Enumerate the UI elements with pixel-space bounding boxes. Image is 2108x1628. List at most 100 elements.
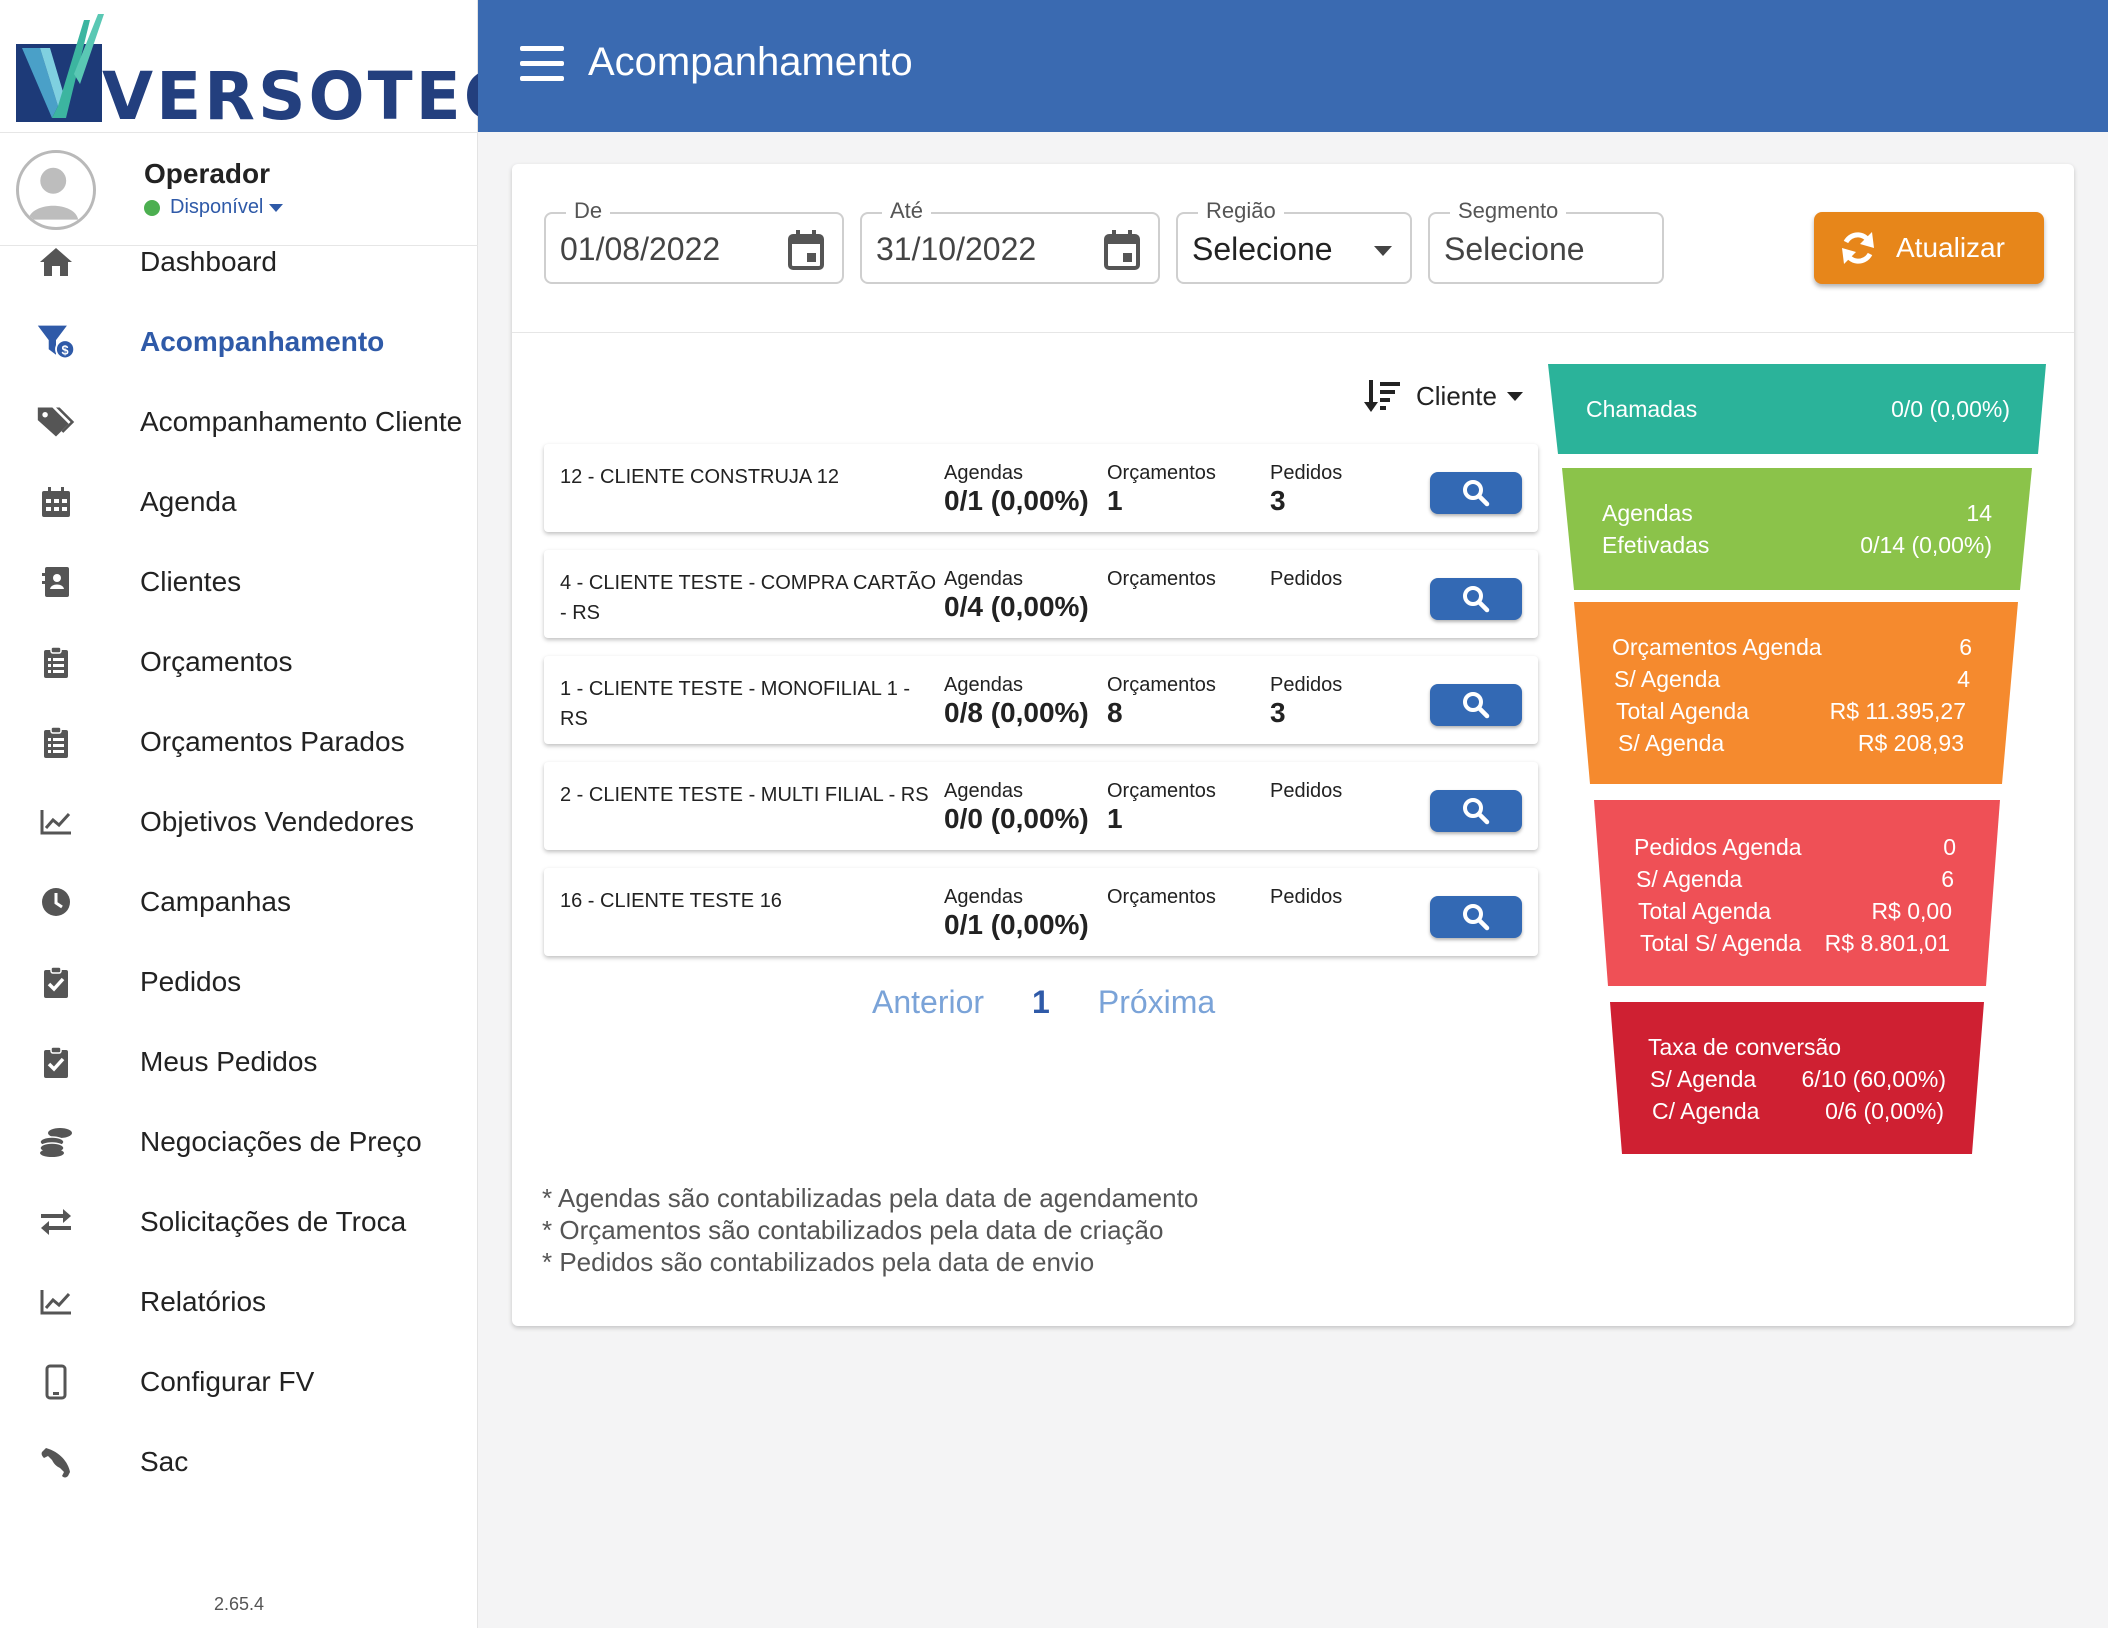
- funnel-label: S/ Agenda: [1614, 666, 1721, 692]
- client-search-button[interactable]: [1430, 790, 1522, 832]
- funnel-label: S/ Agenda: [1636, 866, 1743, 892]
- contact-book-icon: [36, 562, 76, 602]
- client-search-button[interactable]: [1430, 684, 1522, 726]
- sidebar-item-dashboard[interactable]: Dashboard: [0, 222, 478, 302]
- search-icon: [1463, 586, 1490, 613]
- client-name: 2 - CLIENTE TESTE - MULTI FILIAL - RS: [560, 784, 929, 806]
- funnel-pedidos-row: Total Agenda R$ 0,00: [1638, 898, 1952, 925]
- client-search-button[interactable]: [1430, 578, 1522, 620]
- funnel-value: 4: [1957, 666, 1970, 692]
- sort-dropdown[interactable]: Cliente: [1364, 376, 1523, 416]
- segment-label: Segmento: [1450, 198, 1567, 224]
- orcamentos-label: Orçamentos: [1107, 568, 1216, 590]
- sidebar-item-configurar-fv[interactable]: Configurar FV: [0, 1342, 478, 1422]
- exchange-icon: [36, 1202, 76, 1242]
- sidebar-item-pedidos[interactable]: Pedidos: [0, 942, 478, 1022]
- sidebar-item-negociacoes-de-preco[interactable]: Negociações de Preço: [0, 1102, 478, 1182]
- orcamentos-label: Orçamentos: [1107, 462, 1216, 484]
- agendas-label: Agendas: [944, 462, 1023, 484]
- next-page-button[interactable]: Próxima: [1098, 984, 1215, 1021]
- sidebar-item-solicitacoes-de-troca[interactable]: Solicitações de Troca: [0, 1182, 478, 1262]
- client-name: 12 - CLIENTE CONSTRUJA 12: [560, 466, 839, 488]
- sidebar-item-relatorios[interactable]: Relatórios: [0, 1262, 478, 1342]
- funnel-agendas-row: Efetivadas 0/14 (0,00%): [1602, 532, 1992, 559]
- app-version: 2.65.4: [213, 1594, 265, 1614]
- sidebar-item-sac[interactable]: Sac: [0, 1422, 478, 1502]
- funnel-chamadas: Chamadas 0/0 (0,00%): [1586, 396, 2010, 423]
- orcamentos-value: 8: [1107, 697, 1123, 728]
- sidebar-item-label: Campanhas: [140, 886, 291, 917]
- agendas-column: Agendas 0/1 (0,00%): [944, 462, 1089, 517]
- agendas-value: 0/1 (0,00%): [944, 909, 1089, 940]
- sidebar-item-meus-pedidos[interactable]: Meus Pedidos: [0, 1022, 478, 1102]
- orcamentos-column: Orçamentos 1: [1107, 462, 1216, 517]
- funnel-label: C/ Agenda: [1652, 1098, 1760, 1124]
- pedidos-label: Pedidos: [1270, 568, 1343, 590]
- hamburger-menu-icon[interactable]: [520, 46, 564, 86]
- phone-icon: [36, 1442, 76, 1482]
- orcamentos-column: Orçamentos 1: [1107, 780, 1216, 835]
- funnel-agendas-row: Agendas 14: [1602, 500, 1992, 527]
- sidebar-item-acompanhamento-cliente[interactable]: Acompanhamento Cliente: [0, 382, 478, 462]
- svg-text:$: $: [62, 343, 69, 358]
- funnel-pedidos-row: Total S/ Agenda R$ 8.801,01: [1640, 930, 1950, 957]
- sidebar-item-acompanhamento[interactable]: $ Acompanhamento: [0, 302, 478, 382]
- orcamentos-label: Orçamentos: [1107, 886, 1216, 908]
- current-page-button[interactable]: 1: [1032, 984, 1050, 1021]
- funnel-value: 6: [1941, 866, 1954, 892]
- funnel-value: R$ 208,93: [1857, 730, 1964, 756]
- sidebar-item-orcamentos-parados[interactable]: Orçamentos Parados: [0, 702, 478, 782]
- date-to-field[interactable]: Até 31/10/2022: [860, 198, 1160, 284]
- sidebar: VERSOTECH Operador Disponível Dashboard $…: [0, 0, 570, 1628]
- sidebar-item-label: Objetivos Vendedores: [140, 806, 414, 837]
- funnel-pedidos-row: S/ Agenda 6: [1636, 866, 1954, 893]
- pedidos-label: Pedidos: [1270, 462, 1343, 484]
- chevron-down-icon: [1374, 246, 1392, 256]
- client-name: 4 - CLIENTE TESTE - COMPRA CARTÃO - RS: [560, 572, 936, 624]
- pedidos-value: 3: [1270, 697, 1286, 728]
- funnel-value: 0/6 (0,00%): [1825, 1098, 1944, 1124]
- sidebar-item-label: Clientes: [140, 566, 242, 597]
- sidebar-item-label: Orçamentos Parados: [140, 726, 405, 757]
- page-title: Acompanhamento: [588, 40, 913, 84]
- update-button[interactable]: Atualizar: [1814, 212, 2044, 284]
- orcamentos-column: Orçamentos: [1107, 886, 1216, 909]
- agendas-value: 0/8 (0,00%): [944, 697, 1089, 728]
- sidebar-item-agenda[interactable]: Agenda: [0, 462, 478, 542]
- sidebar-item-campanhas[interactable]: Campanhas: [0, 862, 478, 942]
- clipboard-check-icon: [36, 962, 76, 1002]
- calendar-icon[interactable]: [786, 228, 826, 272]
- funnel-conversao-title: Taxa de conversão: [1648, 1034, 1842, 1060]
- funnel-label: S/ Agenda: [1618, 730, 1725, 756]
- sidebar-item-orcamentos[interactable]: Orçamentos: [0, 622, 478, 702]
- client-search-button[interactable]: [1430, 472, 1522, 514]
- clock-icon: [36, 882, 76, 922]
- sidebar-item-label: Solicitações de Troca: [140, 1206, 407, 1237]
- calendar-icon[interactable]: [1102, 228, 1142, 272]
- home-icon: [36, 242, 76, 282]
- sidebar-item-label: Dashboard: [140, 246, 277, 277]
- segment-select[interactable]: Segmento Selecione: [1428, 198, 1664, 284]
- agendas-column: Agendas 0/4 (0,00%): [944, 568, 1089, 623]
- avatar[interactable]: [16, 150, 96, 230]
- versotech-logo[interactable]: VERSOTECH: [14, 14, 570, 135]
- orcamentos-label: Orçamentos: [1107, 780, 1216, 802]
- agendas-label: Agendas: [944, 780, 1023, 802]
- sidebar-item-objetivos-vendedores[interactable]: Objetivos Vendedores: [0, 782, 478, 862]
- previous-page-button[interactable]: Anterior: [872, 984, 984, 1021]
- sidebar-item-clientes[interactable]: Clientes: [0, 542, 478, 622]
- sort-label: Cliente: [1416, 380, 1497, 411]
- pedidos-value: 3: [1270, 485, 1286, 516]
- date-from-field[interactable]: De 01/08/2022: [544, 198, 844, 284]
- client-row: 12 - CLIENTE CONSTRUJA 12 Agendas 0/1 (0,0…: [544, 444, 1538, 532]
- footnote: * Agendas são contabilizadas pela data d…: [542, 1183, 1199, 1213]
- date-to-value: 31/10/2022: [876, 231, 1037, 267]
- status-dropdown[interactable]: Disponível: [144, 196, 284, 219]
- search-icon: [1463, 904, 1490, 931]
- coins-icon: [36, 1122, 76, 1162]
- date-from-value: 01/08/2022: [560, 231, 721, 267]
- client-search-button[interactable]: [1430, 896, 1522, 938]
- top-bar: Acompanhamento: [478, 0, 2108, 132]
- region-select[interactable]: Região Selecione: [1176, 198, 1412, 284]
- refresh-icon: [1842, 232, 1874, 264]
